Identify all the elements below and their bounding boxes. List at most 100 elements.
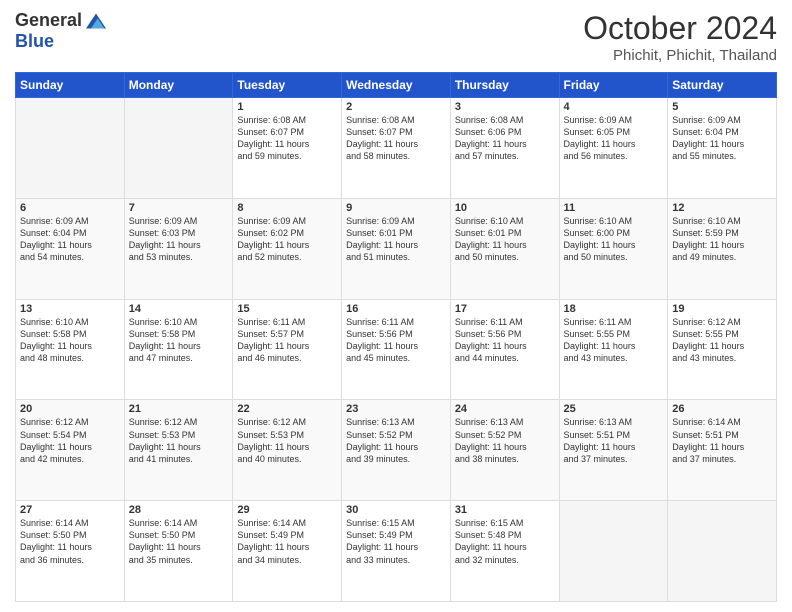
day-number: 25 bbox=[564, 403, 664, 415]
cell-content: Sunrise: 6:12 AMSunset: 5:54 PMDaylight:… bbox=[20, 416, 120, 465]
calendar-cell: 7Sunrise: 6:09 AMSunset: 6:03 PMDaylight… bbox=[124, 198, 233, 299]
day-number: 9 bbox=[346, 202, 446, 214]
calendar-cell: 18Sunrise: 6:11 AMSunset: 5:55 PMDayligh… bbox=[559, 299, 668, 400]
day-number: 8 bbox=[237, 202, 337, 214]
logo-icon bbox=[86, 13, 106, 29]
calendar-header-row: SundayMondayTuesdayWednesdayThursdayFrid… bbox=[16, 73, 777, 98]
calendar-cell bbox=[668, 501, 777, 602]
calendar-cell: 27Sunrise: 6:14 AMSunset: 5:50 PMDayligh… bbox=[16, 501, 125, 602]
calendar-table: SundayMondayTuesdayWednesdayThursdayFrid… bbox=[15, 72, 777, 602]
calendar-cell: 19Sunrise: 6:12 AMSunset: 5:55 PMDayligh… bbox=[668, 299, 777, 400]
day-number: 19 bbox=[672, 303, 772, 315]
cell-content: Sunrise: 6:14 AMSunset: 5:49 PMDaylight:… bbox=[237, 517, 337, 566]
calendar-cell: 16Sunrise: 6:11 AMSunset: 5:56 PMDayligh… bbox=[342, 299, 451, 400]
day-header-tuesday: Tuesday bbox=[233, 73, 342, 98]
cell-content: Sunrise: 6:10 AMSunset: 5:59 PMDaylight:… bbox=[672, 215, 772, 264]
header: General Blue October 2024 Phichit, Phich… bbox=[15, 10, 777, 64]
calendar-cell: 11Sunrise: 6:10 AMSunset: 6:00 PMDayligh… bbox=[559, 198, 668, 299]
month-title: October 2024 bbox=[583, 10, 777, 47]
calendar-cell: 12Sunrise: 6:10 AMSunset: 5:59 PMDayligh… bbox=[668, 198, 777, 299]
cell-content: Sunrise: 6:10 AMSunset: 6:01 PMDaylight:… bbox=[455, 215, 555, 264]
cell-content: Sunrise: 6:10 AMSunset: 5:58 PMDaylight:… bbox=[20, 316, 120, 365]
cell-content: Sunrise: 6:12 AMSunset: 5:55 PMDaylight:… bbox=[672, 316, 772, 365]
calendar-body: 1Sunrise: 6:08 AMSunset: 6:07 PMDaylight… bbox=[16, 98, 777, 602]
day-header-monday: Monday bbox=[124, 73, 233, 98]
day-number: 12 bbox=[672, 202, 772, 214]
day-number: 11 bbox=[564, 202, 664, 214]
calendar-cell bbox=[559, 501, 668, 602]
cell-content: Sunrise: 6:15 AMSunset: 5:48 PMDaylight:… bbox=[455, 517, 555, 566]
calendar-cell: 9Sunrise: 6:09 AMSunset: 6:01 PMDaylight… bbox=[342, 198, 451, 299]
day-number: 14 bbox=[129, 303, 229, 315]
calendar-cell: 14Sunrise: 6:10 AMSunset: 5:58 PMDayligh… bbox=[124, 299, 233, 400]
calendar-cell: 6Sunrise: 6:09 AMSunset: 6:04 PMDaylight… bbox=[16, 198, 125, 299]
day-number: 24 bbox=[455, 403, 555, 415]
cell-content: Sunrise: 6:14 AMSunset: 5:50 PMDaylight:… bbox=[20, 517, 120, 566]
day-header-wednesday: Wednesday bbox=[342, 73, 451, 98]
cell-content: Sunrise: 6:09 AMSunset: 6:04 PMDaylight:… bbox=[672, 114, 772, 163]
cell-content: Sunrise: 6:08 AMSunset: 6:06 PMDaylight:… bbox=[455, 114, 555, 163]
cell-content: Sunrise: 6:08 AMSunset: 6:07 PMDaylight:… bbox=[237, 114, 337, 163]
calendar-cell: 17Sunrise: 6:11 AMSunset: 5:56 PMDayligh… bbox=[450, 299, 559, 400]
cell-content: Sunrise: 6:13 AMSunset: 5:52 PMDaylight:… bbox=[455, 416, 555, 465]
calendar-cell: 30Sunrise: 6:15 AMSunset: 5:49 PMDayligh… bbox=[342, 501, 451, 602]
calendar-cell: 10Sunrise: 6:10 AMSunset: 6:01 PMDayligh… bbox=[450, 198, 559, 299]
cell-content: Sunrise: 6:15 AMSunset: 5:49 PMDaylight:… bbox=[346, 517, 446, 566]
cell-content: Sunrise: 6:09 AMSunset: 6:02 PMDaylight:… bbox=[237, 215, 337, 264]
day-header-friday: Friday bbox=[559, 73, 668, 98]
day-number: 1 bbox=[237, 101, 337, 113]
day-number: 10 bbox=[455, 202, 555, 214]
calendar-cell: 21Sunrise: 6:12 AMSunset: 5:53 PMDayligh… bbox=[124, 400, 233, 501]
calendar-cell: 22Sunrise: 6:12 AMSunset: 5:53 PMDayligh… bbox=[233, 400, 342, 501]
calendar-cell: 4Sunrise: 6:09 AMSunset: 6:05 PMDaylight… bbox=[559, 98, 668, 199]
logo-general-text: General bbox=[15, 10, 82, 31]
calendar-cell: 2Sunrise: 6:08 AMSunset: 6:07 PMDaylight… bbox=[342, 98, 451, 199]
cell-content: Sunrise: 6:11 AMSunset: 5:56 PMDaylight:… bbox=[455, 316, 555, 365]
day-number: 31 bbox=[455, 504, 555, 516]
cell-content: Sunrise: 6:12 AMSunset: 5:53 PMDaylight:… bbox=[129, 416, 229, 465]
logo-blue-text: Blue bbox=[15, 31, 54, 52]
location-title: Phichit, Phichit, Thailand bbox=[583, 47, 777, 64]
cell-content: Sunrise: 6:09 AMSunset: 6:05 PMDaylight:… bbox=[564, 114, 664, 163]
day-number: 28 bbox=[129, 504, 229, 516]
cell-content: Sunrise: 6:11 AMSunset: 5:56 PMDaylight:… bbox=[346, 316, 446, 365]
day-number: 7 bbox=[129, 202, 229, 214]
calendar-cell: 28Sunrise: 6:14 AMSunset: 5:50 PMDayligh… bbox=[124, 501, 233, 602]
cell-content: Sunrise: 6:13 AMSunset: 5:52 PMDaylight:… bbox=[346, 416, 446, 465]
calendar-week-2: 6Sunrise: 6:09 AMSunset: 6:04 PMDaylight… bbox=[16, 198, 777, 299]
calendar-cell: 3Sunrise: 6:08 AMSunset: 6:06 PMDaylight… bbox=[450, 98, 559, 199]
day-number: 26 bbox=[672, 403, 772, 415]
day-header-thursday: Thursday bbox=[450, 73, 559, 98]
cell-content: Sunrise: 6:11 AMSunset: 5:55 PMDaylight:… bbox=[564, 316, 664, 365]
cell-content: Sunrise: 6:12 AMSunset: 5:53 PMDaylight:… bbox=[237, 416, 337, 465]
day-number: 22 bbox=[237, 403, 337, 415]
calendar-cell: 15Sunrise: 6:11 AMSunset: 5:57 PMDayligh… bbox=[233, 299, 342, 400]
day-number: 17 bbox=[455, 303, 555, 315]
calendar-cell bbox=[16, 98, 125, 199]
calendar-cell: 25Sunrise: 6:13 AMSunset: 5:51 PMDayligh… bbox=[559, 400, 668, 501]
calendar-cell: 1Sunrise: 6:08 AMSunset: 6:07 PMDaylight… bbox=[233, 98, 342, 199]
calendar-cell: 8Sunrise: 6:09 AMSunset: 6:02 PMDaylight… bbox=[233, 198, 342, 299]
title-block: October 2024 Phichit, Phichit, Thailand bbox=[583, 10, 777, 64]
cell-content: Sunrise: 6:10 AMSunset: 6:00 PMDaylight:… bbox=[564, 215, 664, 264]
cell-content: Sunrise: 6:08 AMSunset: 6:07 PMDaylight:… bbox=[346, 114, 446, 163]
calendar-week-4: 20Sunrise: 6:12 AMSunset: 5:54 PMDayligh… bbox=[16, 400, 777, 501]
day-number: 30 bbox=[346, 504, 446, 516]
cell-content: Sunrise: 6:09 AMSunset: 6:04 PMDaylight:… bbox=[20, 215, 120, 264]
day-number: 18 bbox=[564, 303, 664, 315]
page: General Blue October 2024 Phichit, Phich… bbox=[0, 0, 792, 612]
calendar-cell: 26Sunrise: 6:14 AMSunset: 5:51 PMDayligh… bbox=[668, 400, 777, 501]
cell-content: Sunrise: 6:09 AMSunset: 6:03 PMDaylight:… bbox=[129, 215, 229, 264]
day-number: 23 bbox=[346, 403, 446, 415]
calendar-cell: 20Sunrise: 6:12 AMSunset: 5:54 PMDayligh… bbox=[16, 400, 125, 501]
calendar-cell: 23Sunrise: 6:13 AMSunset: 5:52 PMDayligh… bbox=[342, 400, 451, 501]
day-number: 21 bbox=[129, 403, 229, 415]
calendar-cell: 13Sunrise: 6:10 AMSunset: 5:58 PMDayligh… bbox=[16, 299, 125, 400]
day-number: 2 bbox=[346, 101, 446, 113]
cell-content: Sunrise: 6:09 AMSunset: 6:01 PMDaylight:… bbox=[346, 215, 446, 264]
day-number: 13 bbox=[20, 303, 120, 315]
cell-content: Sunrise: 6:14 AMSunset: 5:50 PMDaylight:… bbox=[129, 517, 229, 566]
day-number: 20 bbox=[20, 403, 120, 415]
day-number: 15 bbox=[237, 303, 337, 315]
calendar-cell: 31Sunrise: 6:15 AMSunset: 5:48 PMDayligh… bbox=[450, 501, 559, 602]
